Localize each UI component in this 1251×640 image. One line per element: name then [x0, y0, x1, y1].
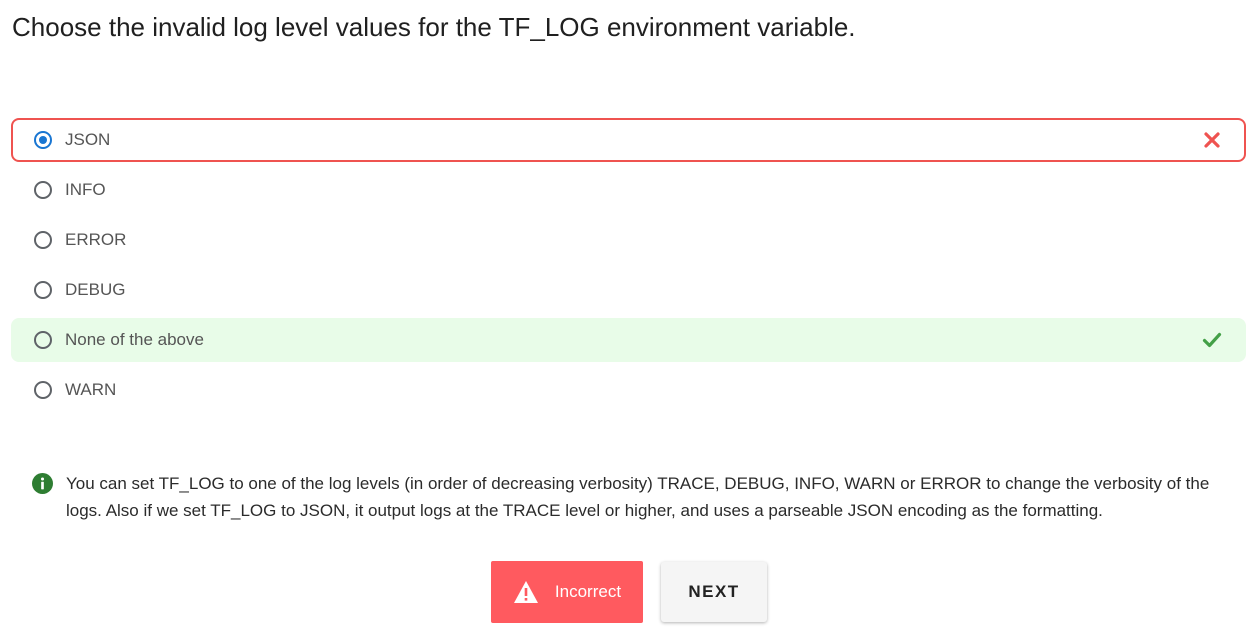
radio-button[interactable] [34, 331, 52, 349]
option-label: WARN [65, 380, 117, 399]
action-bar: Incorrect NEXT [491, 561, 767, 623]
answer-options: JSON INFO ERROR DEBUG None of the above … [11, 118, 1246, 418]
option-error[interactable]: ERROR [11, 218, 1246, 262]
question-text: Choose the invalid log level values for … [12, 12, 856, 42]
incorrect-label: Incorrect [554, 582, 622, 601]
radio-button[interactable] [34, 181, 52, 199]
option-label: ERROR [65, 230, 127, 249]
next-button[interactable]: NEXT [661, 562, 767, 622]
option-warn[interactable]: WARN [11, 368, 1246, 412]
explanation: You can set TF_LOG to one of the log lev… [32, 470, 1212, 524]
check-icon [1202, 332, 1222, 348]
option-label: None of the above [65, 330, 204, 349]
option-label: INFO [65, 180, 106, 199]
explanation-text: You can set TF_LOG to one of the log lev… [66, 474, 1210, 520]
radio-button[interactable] [34, 381, 52, 399]
close-icon [1204, 132, 1220, 148]
option-label: DEBUG [65, 280, 126, 299]
warning-icon [513, 581, 538, 603]
incorrect-status-button[interactable]: Incorrect [491, 561, 643, 623]
radio-button-checked[interactable] [34, 131, 52, 149]
option-debug[interactable]: DEBUG [11, 268, 1246, 312]
option-json[interactable]: JSON [11, 118, 1246, 162]
radio-button[interactable] [34, 231, 52, 249]
option-label: JSON [65, 130, 111, 149]
radio-button[interactable] [34, 281, 52, 299]
option-info[interactable]: INFO [11, 168, 1246, 212]
info-icon [32, 473, 53, 494]
option-none-of-the-above[interactable]: None of the above [11, 318, 1246, 362]
